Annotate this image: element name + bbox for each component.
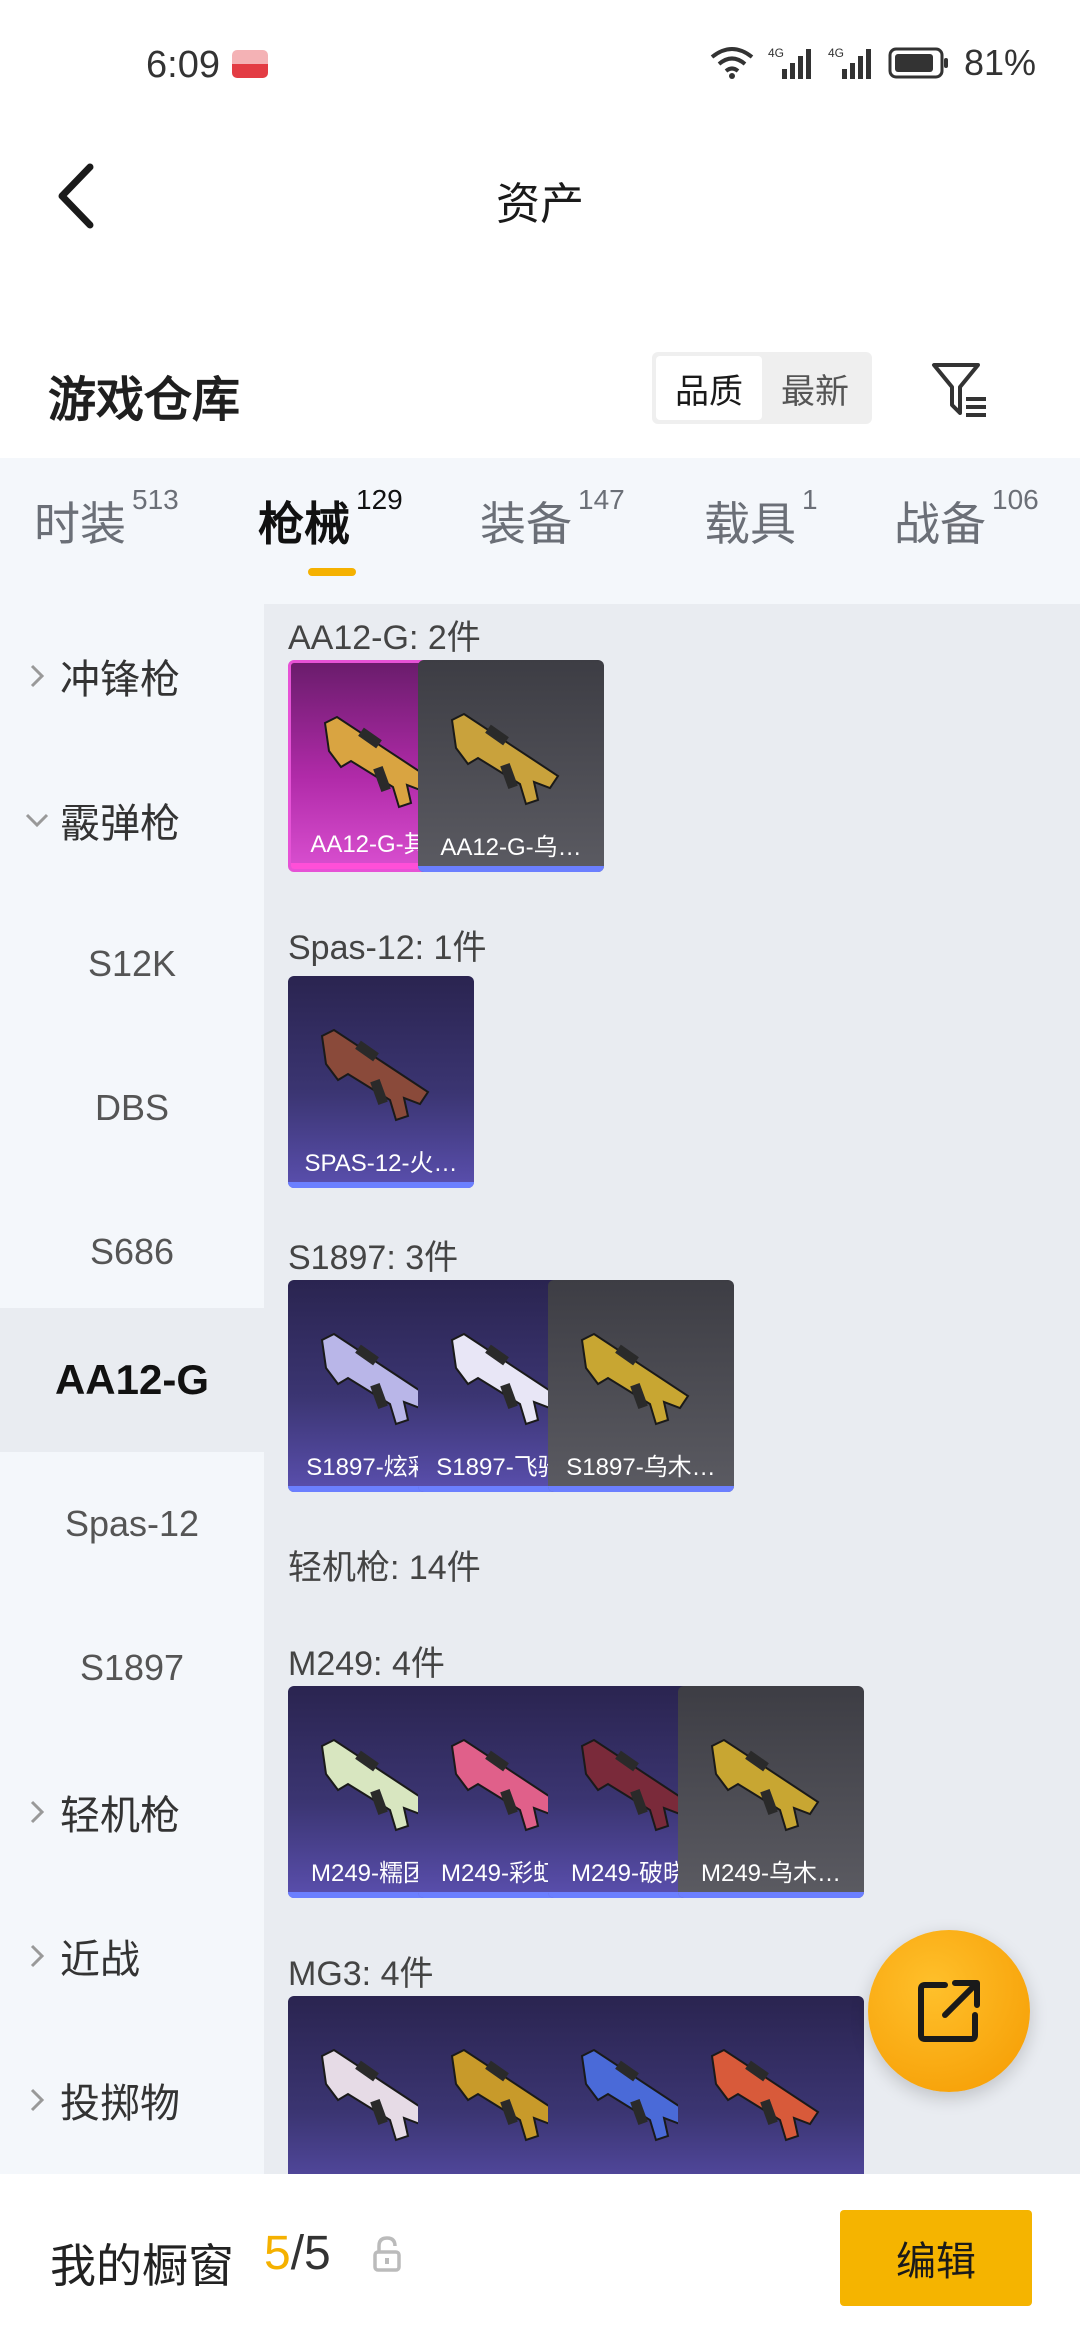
- weapon-icon: [710, 2048, 820, 2142]
- group-title: 轻机枪: 14件: [288, 1549, 481, 1587]
- group-title: AA12-G: 2件: [288, 619, 481, 657]
- sort-toggle: 品质 最新: [652, 352, 872, 424]
- sidebar-item-s12k[interactable]: S12K: [0, 892, 264, 1036]
- group-title: Spas-12: 1件: [288, 929, 487, 967]
- sidebar-item-melee[interactable]: 近战: [0, 1884, 264, 2028]
- edit-button[interactable]: 编辑: [840, 2210, 1032, 2306]
- sidebar-item-smg[interactable]: 冲锋枪: [0, 604, 264, 748]
- tab-costume[interactable]: 时装 513: [34, 484, 179, 554]
- showcase-label: 我的橱窗: [50, 2240, 234, 2292]
- battery-icon: [888, 47, 948, 79]
- warehouse-title: 游戏仓库: [48, 374, 241, 427]
- item-name: M249-乌木…: [700, 1860, 842, 1887]
- group-title: MG3: 4件: [288, 1955, 434, 1993]
- signal-icon-2: 4G: [828, 46, 871, 79]
- battery-percent: 81%: [963, 42, 1036, 83]
- sidebar-item-aa12g[interactable]: AA12-G: [0, 1308, 264, 1452]
- page-title: 资产: [496, 180, 584, 229]
- showcase-count: 5/5: [264, 2227, 331, 2280]
- chevron-right-icon: [22, 661, 52, 691]
- item-card[interactable]: AA12-G-乌…: [418, 660, 604, 872]
- signal-icon: 4G: [768, 46, 811, 79]
- item-name: SPAS-12-火…: [304, 1150, 458, 1177]
- sort-option-newest[interactable]: 最新: [762, 356, 868, 420]
- tab-active-indicator: [308, 568, 356, 576]
- item-card[interactable]: SPAS-12-火…: [288, 976, 474, 1188]
- sidebar-item-dbs[interactable]: DBS: [0, 1036, 264, 1180]
- weapon-icon: [450, 712, 560, 806]
- sidebar-item-lmg[interactable]: 轻机枪: [0, 1740, 264, 1884]
- sidebar-item-shotgun[interactable]: 霰弹枪: [0, 748, 264, 892]
- tab-vehicles[interactable]: 载具 1: [704, 484, 818, 554]
- external-link-icon: [918, 1980, 980, 2042]
- sidebar-item-throwable[interactable]: 投掷物: [0, 2028, 264, 2172]
- rarity-bar: [548, 1486, 734, 1492]
- rarity-bar: [418, 866, 604, 872]
- filter-button[interactable]: [920, 350, 1000, 430]
- weapon-icon: [580, 1332, 690, 1426]
- weapon-icon: [320, 1028, 430, 1122]
- status-time: 6:09: [146, 44, 220, 86]
- group-title: S1897: 3件: [288, 1239, 459, 1277]
- lock-icon: [373, 2236, 401, 2272]
- svg-text:4G: 4G: [828, 46, 844, 60]
- chevron-down-icon: [22, 805, 52, 835]
- sidebar: 冲锋枪 霰弹枪 S12K DBS S686 AA12-G Spas-12 S18…: [0, 604, 264, 2174]
- svg-text:4G: 4G: [768, 46, 784, 60]
- category-tabs: 时装 513 枪械 129 装备 147 载具 1 战备 106: [0, 458, 1080, 604]
- rarity-bar: [678, 1892, 864, 1898]
- top-bar: 资产: [0, 130, 1080, 260]
- chevron-right-icon: [22, 1941, 52, 1971]
- tab-gear[interactable]: 战备 106: [894, 484, 1039, 554]
- share-button[interactable]: [868, 1930, 1030, 2092]
- status-icons: 4G 4G 81%: [710, 42, 1036, 84]
- status-bar: 6:09 4G 4G 81%: [0, 0, 1080, 130]
- tab-firearms[interactable]: 枪械 129: [258, 484, 403, 554]
- rarity-bar: [288, 1182, 474, 1188]
- item-card[interactable]: S1897-乌木…: [548, 1280, 734, 1492]
- chevron-right-icon: [22, 2085, 52, 2115]
- showcase-bar: 我的橱窗 5/5 编辑: [0, 2174, 1080, 2340]
- notification-icon: [232, 50, 268, 78]
- chevron-right-icon: [22, 1797, 52, 1827]
- wifi-icon: [710, 47, 754, 79]
- item-card[interactable]: [678, 1996, 864, 2174]
- filter-icon: [932, 363, 986, 417]
- tab-equipment[interactable]: 装备 147: [480, 484, 625, 554]
- sidebar-item-s1897[interactable]: S1897: [0, 1596, 264, 1740]
- sort-option-quality[interactable]: 品质: [656, 356, 762, 420]
- item-card[interactable]: M249-乌木…: [678, 1686, 864, 1898]
- item-name: S1897-乌木…: [566, 1454, 716, 1481]
- weapon-icon: [710, 1738, 820, 1832]
- item-name: AA12-G-乌…: [440, 834, 582, 861]
- sidebar-item-spas12[interactable]: Spas-12: [0, 1452, 264, 1596]
- sidebar-item-s686[interactable]: S686: [0, 1180, 264, 1324]
- group-title: M249: 4件: [288, 1645, 445, 1683]
